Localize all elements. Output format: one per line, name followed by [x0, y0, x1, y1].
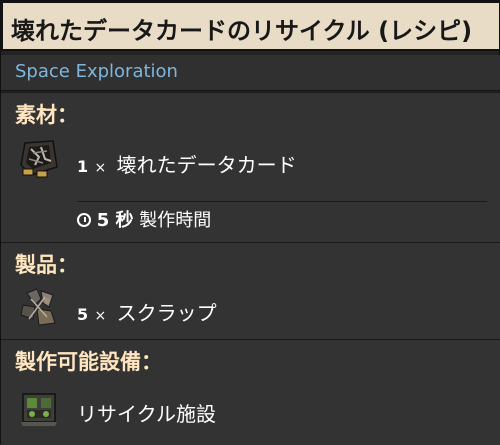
ingredient-count: 1: [77, 157, 89, 176]
clock-icon: [77, 213, 91, 227]
products-heading: 製品：: [15, 253, 78, 277]
machine-item: リサイクル施設: [77, 398, 216, 427]
crafting-time-value: 5 秒: [96, 210, 134, 231]
product-times: ×: [94, 308, 107, 324]
ingredients-heading: 素材：: [15, 103, 78, 127]
mod-name: Space Exploration: [15, 61, 178, 82]
recipe-tooltip: 壊れたデータカードのリサイクル (レシピ) Space Exploration …: [0, 0, 500, 445]
product-item: 5 × スクラップ: [77, 297, 217, 326]
ingredients-section: 素材： 1 × 壊れたデータカード 5 秒 製作時間: [1, 92, 500, 242]
made-in-heading: 製作可能設備：: [15, 350, 162, 374]
made-in-section: 製作可能設備： リサイクル施設: [1, 339, 500, 445]
scrap-icon: [20, 288, 56, 326]
tooltip-title-bar: 壊れたデータカードのリサイクル (レシピ): [1, 1, 500, 51]
products-section: 製品： 5 × スクラップ: [1, 242, 500, 339]
recipe-title: 壊れたデータカードのリサイクル (レシピ): [11, 17, 473, 45]
machine-name: リサイクル施設: [77, 402, 216, 426]
ingredient-item: 1 × 壊れたデータカード: [77, 149, 297, 178]
broken-data-card-icon: [20, 140, 58, 178]
ingredient-times: ×: [94, 160, 107, 176]
recycling-facility-icon: [21, 393, 57, 426]
crafting-time-label: 製作時間: [139, 210, 212, 231]
crafting-time: 5 秒 製作時間: [77, 206, 211, 232]
product-name: スクラップ: [116, 301, 217, 325]
product-count: 5: [77, 305, 89, 324]
mod-source-line: Space Exploration: [1, 55, 500, 91]
ingredient-name: 壊れたデータカード: [116, 153, 297, 177]
section-divider: [77, 201, 487, 202]
